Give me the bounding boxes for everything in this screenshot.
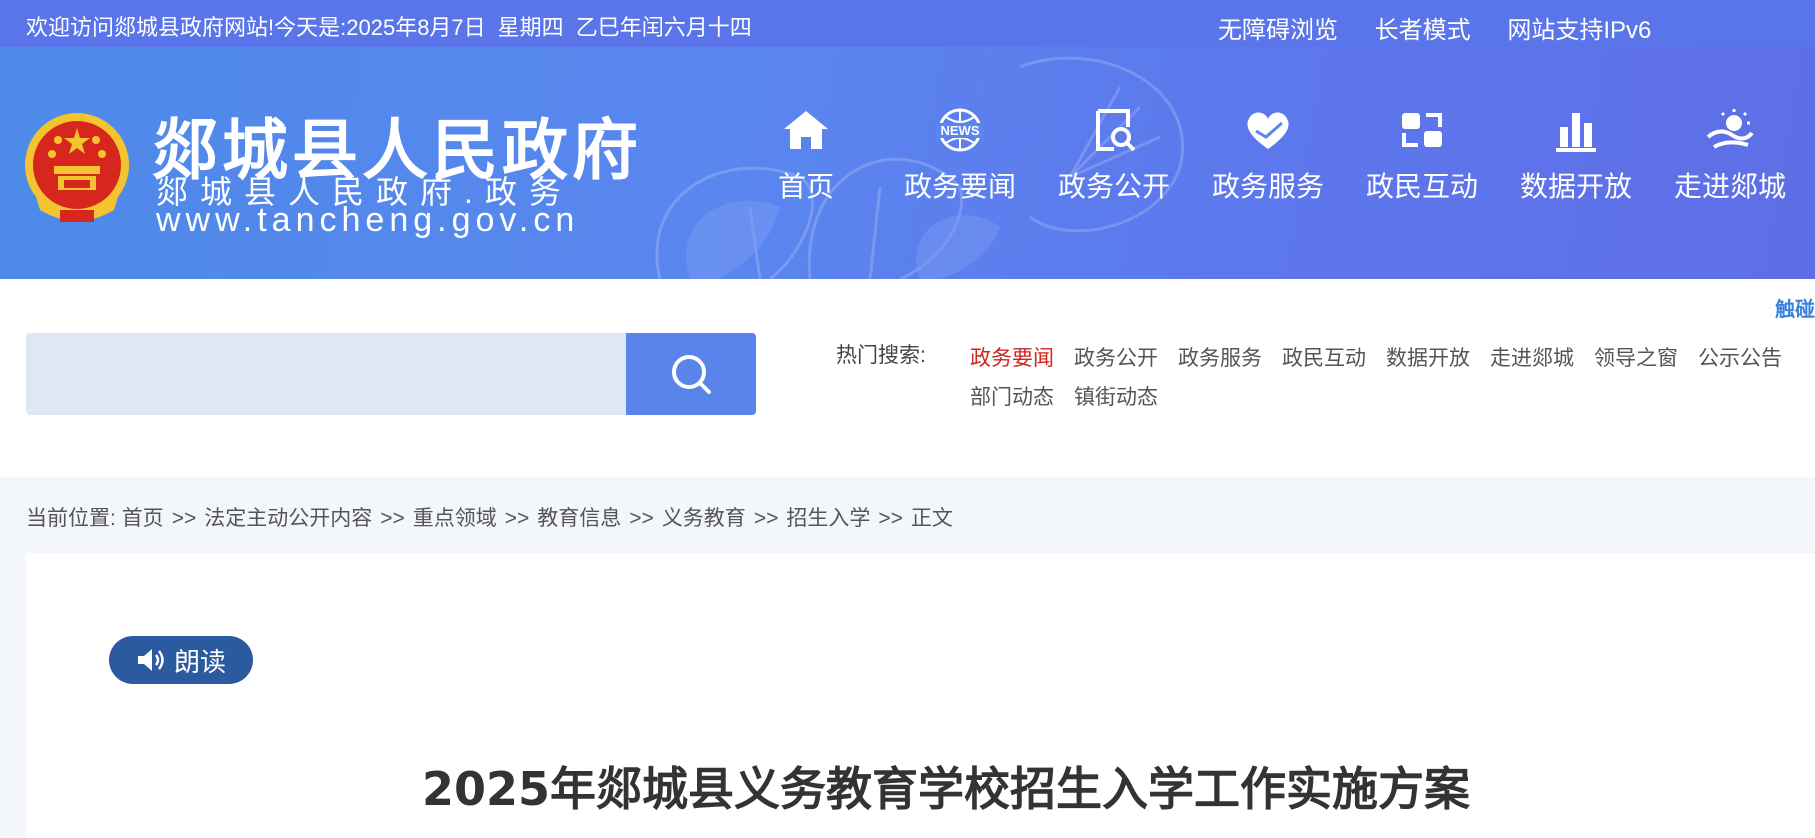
- landscape-icon: [1706, 109, 1754, 149]
- search-section: 触碰 热门搜索: 政务要闻 政务公开 政务服务 政民互动 数据开放 走进郯城 领导之窗 公示公…: [0, 279, 1815, 477]
- hot-search-item[interactable]: 数据开放: [1386, 339, 1470, 378]
- breadcrumb-separator: >>: [753, 507, 779, 530]
- hot-search-item[interactable]: 公示公告: [1698, 339, 1782, 378]
- weekday-text: 星期四: [497, 15, 564, 40]
- elder-mode-link[interactable]: 长者模式: [1375, 17, 1471, 44]
- breadcrumb: 当前位置: 首页 >> 法定主动公开内容 >> 重点领域 >> 教育信息 >> 义务教育 >> 招生…: [26, 502, 953, 532]
- nav-home[interactable]: 首页: [736, 107, 876, 205]
- breadcrumb-home[interactable]: 首页: [122, 507, 164, 530]
- search-input[interactable]: [26, 333, 626, 415]
- hot-search-item[interactable]: 领导之窗: [1594, 339, 1678, 378]
- breadcrumb-separator: >>: [171, 507, 197, 530]
- home-icon: [784, 111, 828, 149]
- nav-home-label: 首页: [777, 171, 834, 202]
- hot-search-item[interactable]: 政务公开: [1074, 339, 1158, 378]
- site-header: 郯城县人民政府 郯城县人民政府.政务 www.tancheng.gov.cn 首…: [0, 47, 1815, 279]
- hot-search-list: 政务要闻 政务公开 政务服务 政民互动 数据开放 走进郯城 领导之窗 公示公告部门动态 镇街动态: [970, 339, 1815, 417]
- site-url: www.tancheng.gov.cn: [156, 201, 580, 239]
- touch-link[interactable]: 触碰: [1775, 293, 1815, 322]
- document-search-icon: [1096, 109, 1136, 152]
- article-container: 朗读 2025年郯城县义务教育学校招生入学工作实施方案: [26, 553, 1815, 838]
- svg-text:NEWS: NEWS: [941, 123, 980, 138]
- hot-search-item[interactable]: 走进郯城: [1490, 339, 1574, 378]
- breadcrumb-item[interactable]: 义务教育: [662, 507, 746, 530]
- hot-search-item[interactable]: 政务要闻: [970, 339, 1054, 378]
- nav-interaction[interactable]: 政民互动: [1352, 107, 1492, 205]
- read-aloud-button[interactable]: 朗读: [109, 636, 253, 684]
- breadcrumb-separator: >>: [380, 507, 405, 530]
- breadcrumb-label: 当前位置:: [26, 507, 116, 530]
- hot-search-item[interactable]: 政务服务: [1178, 339, 1262, 378]
- interaction-icon: [1402, 113, 1442, 147]
- nav-news[interactable]: NEWS 政务要闻: [890, 107, 1030, 205]
- hot-search-label: 热门搜索:: [836, 344, 926, 367]
- nav-public-label: 政务公开: [1057, 171, 1170, 202]
- nav-data[interactable]: 数据开放: [1506, 107, 1646, 205]
- nav-service[interactable]: 政务服务: [1198, 107, 1338, 205]
- breadcrumb-current: 正文: [910, 507, 953, 530]
- nav-service-label: 政务服务: [1211, 171, 1324, 202]
- article-title: 2025年郯城县义务教育学校招生入学工作实施方案: [421, 762, 1471, 816]
- accessibility-link[interactable]: 无障碍浏览: [1218, 17, 1338, 44]
- hot-search-item[interactable]: 政民互动: [1282, 339, 1366, 378]
- national-emblem-icon: [25, 113, 129, 222]
- welcome-bar: 欢迎访问郯城县政府网站!今天是:2025年8月7日 星期四 乙巳年闰六月十四: [26, 10, 764, 42]
- nav-data-label: 数据开放: [1519, 171, 1632, 202]
- date-text: 2025年8月7日: [346, 15, 486, 40]
- hot-search-item[interactable]: 镇街动态: [1074, 378, 1158, 417]
- breadcrumb-item[interactable]: 教育信息: [537, 507, 621, 530]
- read-aloud-label: 朗读: [173, 646, 226, 677]
- search-icon: [672, 355, 711, 394]
- breadcrumb-separator: >>: [504, 507, 530, 530]
- top-bar: 欢迎访问郯城县政府网站!今天是:2025年8月7日 星期四 乙巳年闰六月十四 无障碍…: [0, 0, 1815, 47]
- lunar-date-text: 乙巳年闰六月十四: [575, 15, 752, 40]
- nav-public[interactable]: 政务公开: [1044, 107, 1184, 205]
- breadcrumb-item[interactable]: 法定主动公开内容: [204, 507, 372, 530]
- nav-tancheng[interactable]: 走进郯城: [1660, 107, 1800, 205]
- speaker-icon: [137, 649, 164, 671]
- bar-chart-icon: [1556, 113, 1596, 152]
- nav-interaction-label: 政民互动: [1365, 171, 1478, 202]
- nav-news-label: 政务要闻: [903, 171, 1016, 202]
- heart-hand-icon: [1247, 112, 1289, 149]
- search-button[interactable]: [626, 333, 756, 415]
- breadcrumb-separator: >>: [878, 507, 903, 530]
- breadcrumb-separator: >>: [629, 507, 654, 530]
- welcome-text: 欢迎访问郯城县政府网站!: [26, 15, 275, 40]
- nav-tancheng-label: 走进郯城: [1673, 171, 1786, 202]
- today-label: 今天是:: [274, 15, 347, 40]
- ipv6-link[interactable]: 网站支持IPv6: [1507, 17, 1651, 44]
- news-icon: NEWS: [936, 108, 984, 152]
- breadcrumb-item[interactable]: 重点领域: [413, 507, 497, 530]
- breadcrumb-item[interactable]: 招生入学: [786, 507, 870, 530]
- top-links: 无障碍浏览 长者模式 网站支持IPv6: [1218, 10, 1681, 45]
- hot-search-item[interactable]: 部门动态: [970, 378, 1054, 417]
